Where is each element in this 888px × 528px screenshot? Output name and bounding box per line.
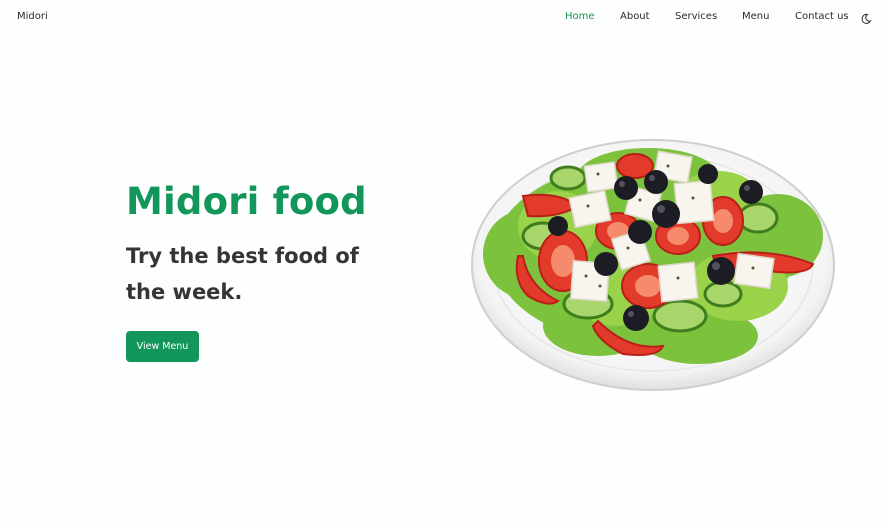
nav-link-services[interactable]: Services	[675, 11, 717, 22]
hero-title: Midori food	[126, 180, 367, 223]
nav-link-home[interactable]: Home	[565, 11, 595, 22]
nav-link-contact[interactable]: Contact us	[795, 11, 849, 22]
hero-subtitle: Try the best food of the week.	[126, 244, 359, 304]
salad-plate-image	[471, 139, 835, 391]
navbar: Midori Home About Services Menu Contact …	[0, 0, 888, 36]
hero-text: Midori food Try the best food of the wee…	[126, 176, 426, 310]
nav-link-menu[interactable]: Menu	[742, 11, 769, 22]
moon-icon[interactable]	[860, 10, 872, 24]
view-menu-button[interactable]: View Menu	[126, 331, 199, 362]
nav-link-about[interactable]: About	[620, 11, 650, 22]
brand-logo[interactable]: Midori	[17, 11, 48, 22]
